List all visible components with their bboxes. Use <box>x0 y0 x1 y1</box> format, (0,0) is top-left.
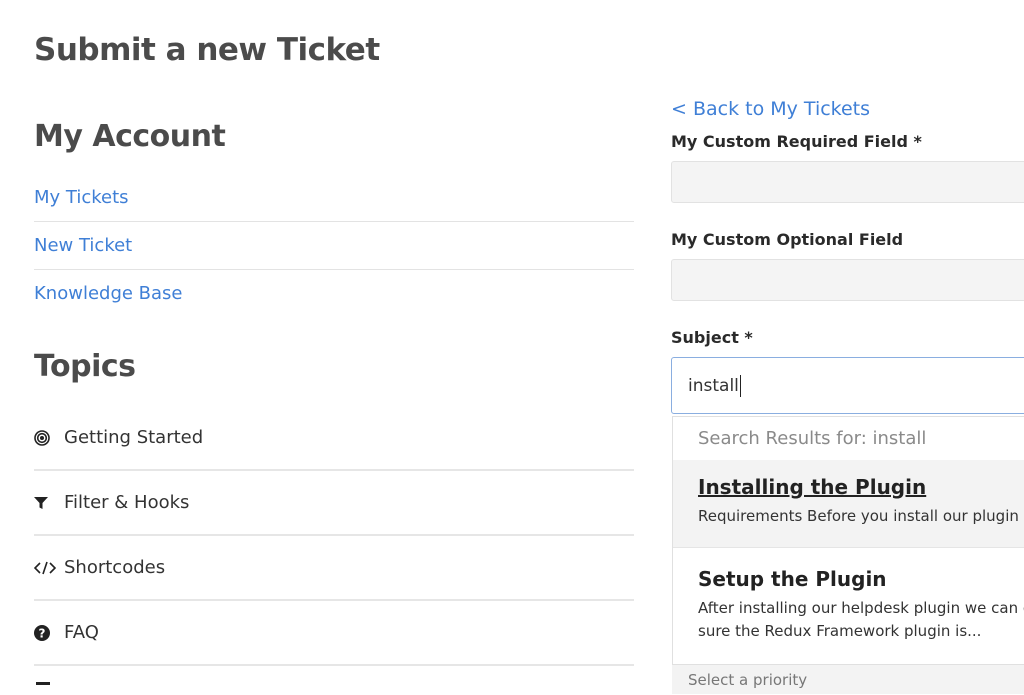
account-nav-item: My Tickets <box>34 174 634 222</box>
search-result-title[interactable]: Installing the Plugin <box>698 475 1006 499</box>
search-result-item[interactable]: Setup the Plugin After installing our he… <box>673 548 1024 665</box>
custom-required-field-input[interactable] <box>671 161 1024 203</box>
excerpt-line: After installing our helpdesk plugin we … <box>698 599 1024 617</box>
search-results-dropdown: Search Results for: install Installing t… <box>672 416 1024 685</box>
topic-label: Getting Started <box>64 427 204 448</box>
topics-heading: Topics <box>34 349 136 384</box>
priority-select[interactable]: Select a priority <box>672 664 1024 694</box>
subject-label: Subject * <box>671 328 753 347</box>
back-to-my-tickets-link[interactable]: < Back to My Tickets <box>671 98 870 120</box>
topic-filter-hooks[interactable]: Filter & Hooks <box>34 471 634 536</box>
question-circle-icon: ? <box>34 624 58 641</box>
excerpt-line: sure the Redux Framework plugin is... <box>698 622 982 640</box>
code-icon <box>34 561 58 575</box>
custom-optional-field-input[interactable] <box>671 259 1024 301</box>
custom-optional-field-label: My Custom Optional Field <box>671 230 904 249</box>
topic-label: Filter & Hooks <box>64 492 190 513</box>
filter-icon <box>34 496 58 510</box>
my-account-heading: My Account <box>34 119 226 154</box>
text-caret <box>739 374 741 397</box>
account-nav: My Tickets New Ticket Knowledge Base <box>34 174 634 317</box>
search-result-excerpt: After installing our helpdesk plugin we … <box>698 597 1024 643</box>
search-result-item[interactable]: Installing the Plugin Requirements Befor… <box>673 460 1024 548</box>
svg-text:?: ? <box>39 626 46 640</box>
account-nav-item: Knowledge Base <box>34 270 634 317</box>
subject-input-value: install <box>688 375 739 396</box>
new-ticket-link[interactable]: New Ticket <box>34 235 132 256</box>
my-tickets-link[interactable]: My Tickets <box>34 187 129 208</box>
custom-required-field-label: My Custom Required Field * <box>671 132 922 151</box>
search-result-excerpt: Requirements Before you install our plug… <box>698 507 1019 525</box>
topic-getting-started[interactable]: Getting Started <box>34 406 634 471</box>
search-results-header: Search Results for: install <box>698 428 927 449</box>
topic-label: FAQ <box>64 622 99 643</box>
account-nav-item: New Ticket <box>34 222 634 270</box>
topic-label: Shortcodes <box>64 557 166 578</box>
topics-list: Getting Started Filter & Hooks Shortcode… <box>34 406 634 666</box>
target-icon <box>34 429 58 446</box>
topic-faq[interactable]: ? FAQ <box>34 601 634 666</box>
topic-shortcodes[interactable]: Shortcodes <box>34 536 634 601</box>
search-result-title[interactable]: Setup the Plugin <box>698 567 1006 591</box>
page-title: Submit a new Ticket <box>34 32 380 68</box>
knowledge-base-link[interactable]: Knowledge Base <box>34 283 183 304</box>
subject-input[interactable]: install <box>671 357 1024 414</box>
